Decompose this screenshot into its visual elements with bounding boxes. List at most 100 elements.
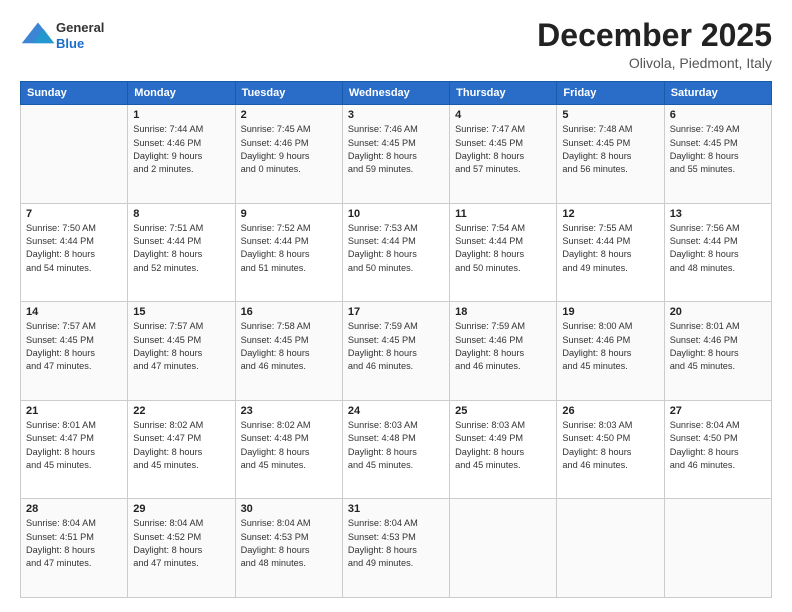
day-info: Sunrise: 8:04 AMSunset: 4:52 PMDaylight:… (133, 517, 229, 570)
day-number: 13 (670, 208, 766, 220)
calendar-day-cell: 2Sunrise: 7:45 AMSunset: 4:46 PMDaylight… (235, 105, 342, 204)
calendar-day-cell: 18Sunrise: 7:59 AMSunset: 4:46 PMDayligh… (450, 302, 557, 401)
calendar-day-cell: 27 Sunrise: 8:04 AMSunset: 4:50 PMDayligh… (664, 400, 771, 499)
day-info: Sunrise: 8:04 AMSunset: 4:51 PMDaylight:… (26, 517, 122, 570)
calendar-day-cell: 1 Sunrise: 7:44 AMSunset: 4:46 PMDaylight… (128, 105, 235, 204)
title-block: December 2025 Olivola, Piedmont, Italy (537, 18, 772, 71)
calendar-day-cell: 30 Sunrise: 8:04 AMSunset: 4:53 PMDayligh… (235, 499, 342, 598)
logo-general: General (56, 20, 104, 36)
day-number: 6 (670, 109, 766, 121)
calendar-week-row: 7 Sunrise: 7:50 AMSunset: 4:44 PMDaylight… (21, 203, 772, 302)
day-info: Sunrise: 7:50 AMSunset: 4:44 PMDaylight:… (26, 222, 122, 275)
calendar-header-row: SundayMondayTuesdayWednesdayThursdayFrid… (21, 82, 772, 105)
day-info: Sunrise: 7:53 AMSunset: 4:44 PMDaylight:… (348, 222, 444, 275)
day-number: 24 (348, 405, 444, 417)
day-info: Sunrise: 7:46 AMSunset: 4:45 PMDaylight:… (348, 123, 444, 176)
day-number: 10 (348, 208, 444, 220)
calendar-col-header: Sunday (21, 82, 128, 105)
day-info: Sunrise: 7:44 AMSunset: 4:46 PMDaylight:… (133, 123, 229, 176)
day-info: Sunrise: 7:51 AMSunset: 4:44 PMDaylight:… (133, 222, 229, 275)
day-number: 9 (241, 208, 337, 220)
day-number: 20 (670, 306, 766, 318)
day-info: Sunrise: 7:55 AMSunset: 4:44 PMDaylight:… (562, 222, 658, 275)
logo-icon (20, 18, 56, 54)
page: General Blue December 2025 Olivola, Pied… (0, 0, 792, 612)
header: General Blue December 2025 Olivola, Pied… (20, 18, 772, 71)
calendar-day-cell: 6Sunrise: 7:49 AMSunset: 4:45 PMDaylight… (664, 105, 771, 204)
calendar-day-cell: 28 Sunrise: 8:04 AMSunset: 4:51 PMDayligh… (21, 499, 128, 598)
day-info: Sunrise: 8:03 AMSunset: 4:48 PMDaylight:… (348, 419, 444, 472)
day-info: Sunrise: 7:47 AMSunset: 4:45 PMDaylight:… (455, 123, 551, 176)
calendar-day-cell: 19Sunrise: 8:00 AMSunset: 4:46 PMDayligh… (557, 302, 664, 401)
day-info: Sunrise: 8:04 AMSunset: 4:50 PMDaylight:… (670, 419, 766, 472)
day-number: 1 (133, 109, 229, 121)
day-number: 19 (562, 306, 658, 318)
calendar-week-row: 21Sunrise: 8:01 AMSunset: 4:47 PMDayligh… (21, 400, 772, 499)
day-info: Sunrise: 8:02 AMSunset: 4:48 PMDaylight:… (241, 419, 337, 472)
day-number: 15 (133, 306, 229, 318)
calendar-day-cell: 3 Sunrise: 7:46 AMSunset: 4:45 PMDaylight… (342, 105, 449, 204)
calendar-day-cell (21, 105, 128, 204)
day-number: 11 (455, 208, 551, 220)
day-number: 8 (133, 208, 229, 220)
calendar-col-header: Tuesday (235, 82, 342, 105)
calendar-day-cell: 17Sunrise: 7:59 AMSunset: 4:45 PMDayligh… (342, 302, 449, 401)
day-number: 22 (133, 405, 229, 417)
calendar-day-cell (664, 499, 771, 598)
calendar-week-row: 1 Sunrise: 7:44 AMSunset: 4:46 PMDaylight… (21, 105, 772, 204)
calendar-day-cell: 5Sunrise: 7:48 AMSunset: 4:45 PMDaylight… (557, 105, 664, 204)
logo-text: General Blue (56, 20, 104, 51)
calendar-day-cell: 11 Sunrise: 7:54 AMSunset: 4:44 PMDayligh… (450, 203, 557, 302)
day-number: 21 (26, 405, 122, 417)
day-info: Sunrise: 7:54 AMSunset: 4:44 PMDaylight:… (455, 222, 551, 275)
calendar-day-cell: 15 Sunrise: 7:57 AMSunset: 4:45 PMDayligh… (128, 302, 235, 401)
logo: General Blue (20, 18, 104, 54)
calendar-day-cell: 16 Sunrise: 7:58 AMSunset: 4:45 PMDayligh… (235, 302, 342, 401)
day-number: 30 (241, 503, 337, 515)
day-info: Sunrise: 8:02 AMSunset: 4:47 PMDaylight:… (133, 419, 229, 472)
calendar-col-header: Friday (557, 82, 664, 105)
calendar-day-cell: 29 Sunrise: 8:04 AMSunset: 4:52 PMDayligh… (128, 499, 235, 598)
day-number: 27 (670, 405, 766, 417)
location: Olivola, Piedmont, Italy (537, 55, 772, 71)
day-number: 16 (241, 306, 337, 318)
day-number: 2 (241, 109, 337, 121)
day-number: 31 (348, 503, 444, 515)
calendar-day-cell: 22 Sunrise: 8:02 AMSunset: 4:47 PMDayligh… (128, 400, 235, 499)
day-number: 5 (562, 109, 658, 121)
calendar-table: SundayMondayTuesdayWednesdayThursdayFrid… (20, 81, 772, 598)
day-number: 23 (241, 405, 337, 417)
calendar-col-header: Wednesday (342, 82, 449, 105)
calendar-col-header: Saturday (664, 82, 771, 105)
day-info: Sunrise: 8:04 AMSunset: 4:53 PMDaylight:… (241, 517, 337, 570)
day-info: Sunrise: 7:58 AMSunset: 4:45 PMDaylight:… (241, 320, 337, 373)
calendar-day-cell: 4 Sunrise: 7:47 AMSunset: 4:45 PMDaylight… (450, 105, 557, 204)
day-number: 3 (348, 109, 444, 121)
day-info: Sunrise: 7:59 AMSunset: 4:45 PMDaylight:… (348, 320, 444, 373)
calendar-day-cell: 13Sunrise: 7:56 AMSunset: 4:44 PMDayligh… (664, 203, 771, 302)
day-info: Sunrise: 8:03 AMSunset: 4:50 PMDaylight:… (562, 419, 658, 472)
calendar-day-cell (450, 499, 557, 598)
day-number: 25 (455, 405, 551, 417)
day-number: 29 (133, 503, 229, 515)
day-number: 14 (26, 306, 122, 318)
calendar-day-cell: 10 Sunrise: 7:53 AMSunset: 4:44 PMDayligh… (342, 203, 449, 302)
day-number: 28 (26, 503, 122, 515)
calendar-col-header: Monday (128, 82, 235, 105)
calendar-day-cell: 9 Sunrise: 7:52 AMSunset: 4:44 PMDaylight… (235, 203, 342, 302)
calendar-day-cell: 26 Sunrise: 8:03 AMSunset: 4:50 PMDayligh… (557, 400, 664, 499)
calendar-day-cell: 24 Sunrise: 8:03 AMSunset: 4:48 PMDayligh… (342, 400, 449, 499)
calendar-day-cell: 7 Sunrise: 7:50 AMSunset: 4:44 PMDaylight… (21, 203, 128, 302)
day-number: 4 (455, 109, 551, 121)
calendar-week-row: 28 Sunrise: 8:04 AMSunset: 4:51 PMDayligh… (21, 499, 772, 598)
calendar-day-cell: 14Sunrise: 7:57 AMSunset: 4:45 PMDayligh… (21, 302, 128, 401)
day-info: Sunrise: 7:57 AMSunset: 4:45 PMDaylight:… (133, 320, 229, 373)
calendar-day-cell: 21Sunrise: 8:01 AMSunset: 4:47 PMDayligh… (21, 400, 128, 499)
month-title: December 2025 (537, 18, 772, 53)
day-number: 7 (26, 208, 122, 220)
day-number: 26 (562, 405, 658, 417)
calendar-day-cell: 25Sunrise: 8:03 AMSunset: 4:49 PMDayligh… (450, 400, 557, 499)
day-info: Sunrise: 8:04 AMSunset: 4:53 PMDaylight:… (348, 517, 444, 570)
calendar-day-cell (557, 499, 664, 598)
day-info: Sunrise: 7:52 AMSunset: 4:44 PMDaylight:… (241, 222, 337, 275)
